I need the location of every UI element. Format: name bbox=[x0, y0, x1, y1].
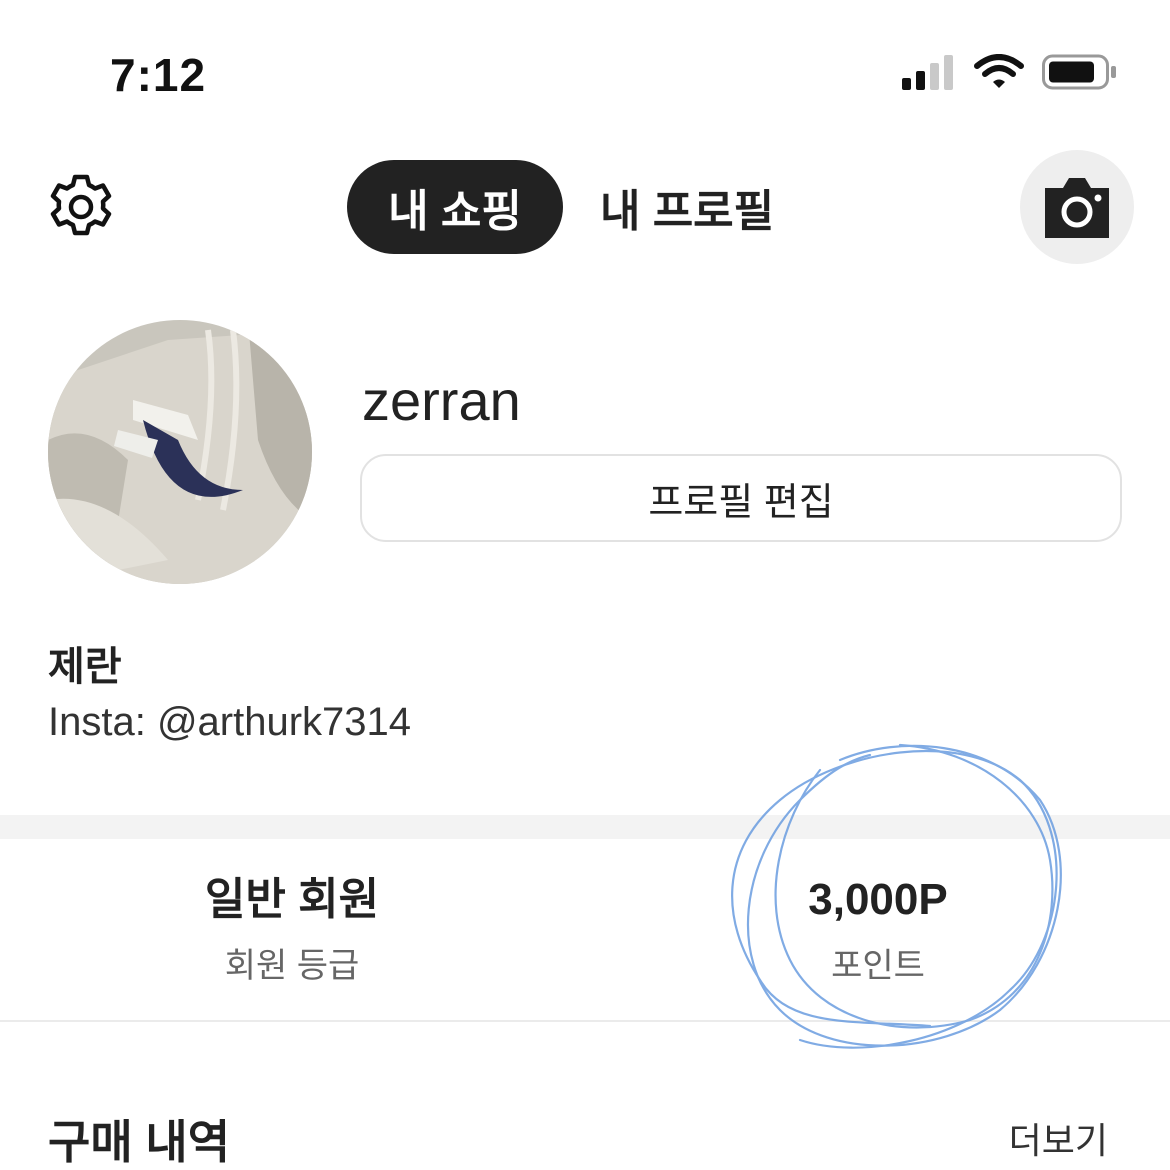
membership-value: 일반 회원 bbox=[204, 875, 380, 924]
battery-icon bbox=[1042, 54, 1116, 90]
membership-label: 회원 등급 bbox=[224, 947, 360, 985]
screen: 7:12 내 쇼핑 내 프로필 zerran 프로필 편집 제란 Insta: … bbox=[0, 0, 1170, 1170]
tab-my-shopping[interactable]: 내 쇼핑 bbox=[347, 160, 563, 254]
wifi-icon bbox=[974, 54, 1024, 88]
settings-button[interactable] bbox=[44, 170, 118, 244]
status-icons bbox=[902, 54, 1118, 90]
signal-icon bbox=[902, 55, 953, 90]
edit-profile-button[interactable]: 프로필 편집 bbox=[360, 454, 1122, 542]
tab-my-profile[interactable]: 내 프로필 bbox=[600, 160, 774, 254]
camera-icon bbox=[1045, 178, 1109, 238]
points-label: 포인트 bbox=[831, 947, 925, 985]
avatar[interactable] bbox=[48, 320, 312, 584]
section-divider bbox=[0, 815, 1170, 839]
camera-button[interactable] bbox=[1020, 150, 1134, 264]
gear-icon bbox=[50, 174, 112, 236]
points-value: 3,000P bbox=[808, 875, 948, 924]
status-time: 7:12 bbox=[110, 49, 207, 101]
bio: Insta: @arthurk7314 bbox=[48, 700, 412, 744]
stats-divider bbox=[0, 1020, 1170, 1022]
username: zerran bbox=[362, 369, 521, 432]
avatar-hoodie-image bbox=[48, 320, 312, 584]
membership-stat[interactable]: 일반 회원 회원 등급 bbox=[92, 870, 492, 987]
points-stat[interactable]: 3,000P 포인트 bbox=[678, 870, 1078, 987]
display-name: 제란 bbox=[48, 645, 122, 689]
annotation-scribble-circle bbox=[731, 743, 1062, 1049]
purchase-history-title: 구매 내역 bbox=[48, 1116, 231, 1168]
more-link[interactable]: 더보기 bbox=[1009, 1112, 1108, 1164]
